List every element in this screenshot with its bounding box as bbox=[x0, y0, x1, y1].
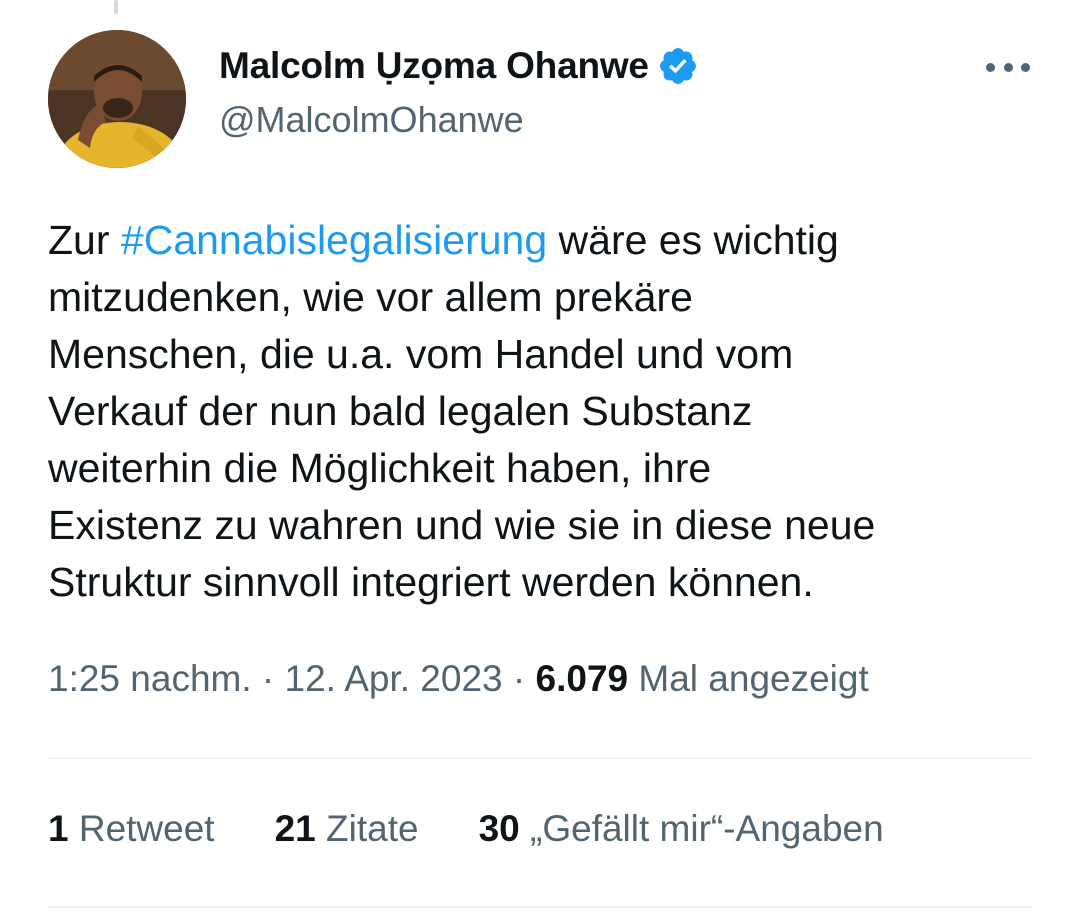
verified-badge-icon bbox=[659, 48, 696, 84]
views-count[interactable]: 6.079 bbox=[536, 658, 629, 699]
divider bbox=[48, 757, 1032, 759]
tweet-text-fragment: wäre es wichtig bbox=[547, 217, 839, 263]
retweets-stat[interactable]: 1 Retweet bbox=[48, 808, 215, 850]
retweets-count: 1 bbox=[48, 808, 69, 849]
divider bbox=[48, 906, 1032, 908]
tweet-date[interactable]: 12. Apr. 2023 bbox=[285, 658, 503, 699]
more-dot bbox=[986, 62, 995, 72]
more-dot bbox=[1021, 62, 1030, 72]
likes-count: 30 bbox=[478, 808, 520, 849]
retweets-label: Retweet bbox=[68, 808, 215, 849]
tweet-text-line: weiterhin die Möglichkeit haben, ihre bbox=[48, 445, 712, 491]
tweet-text-fragment: Zur bbox=[48, 217, 121, 263]
thread-connector-line bbox=[114, 0, 118, 14]
author-display-name[interactable]: Malcolm Ụzọma Ohanwe bbox=[219, 45, 649, 87]
tweet-text-line: Verkauf der nun bald legalen Substanz bbox=[48, 388, 753, 434]
meta-separator: · bbox=[251, 658, 285, 699]
quotes-stat[interactable]: 21 Zitate bbox=[275, 808, 419, 850]
meta-separator: · bbox=[502, 658, 536, 699]
quotes-count: 21 bbox=[274, 808, 316, 849]
likes-label: „Gefällt mir“-Angaben bbox=[519, 808, 884, 849]
avatar-image bbox=[48, 30, 186, 168]
tweet-text-line: Zur #Cannabislegalisierung wäre es wicht… bbox=[48, 212, 1048, 269]
likes-stat[interactable]: 30 „Gefällt mir“-Angaben bbox=[479, 808, 884, 850]
author-handle[interactable]: @MalcolmOhanwe bbox=[219, 99, 524, 141]
tweet-time[interactable]: 1:25 nachm. bbox=[48, 658, 252, 699]
tweet-stats: 1 Retweet 21 Zitate 30 „Gefällt mir“-Ang… bbox=[48, 808, 884, 850]
tweet-text: Zur #Cannabislegalisierung wäre es wicht… bbox=[48, 212, 1048, 611]
views-label[interactable]: Mal angezeigt bbox=[628, 658, 868, 699]
more-options-icon[interactable] bbox=[986, 55, 1030, 79]
tweet-meta: 1:25 nachm. · 12. Apr. 2023 · 6.079 Mal … bbox=[48, 658, 869, 700]
more-dot bbox=[1003, 62, 1013, 72]
tweet-text-line: Existenz zu wahren und wie sie in diese … bbox=[48, 502, 876, 548]
hashtag-link[interactable]: #Cannabislegalisierung bbox=[121, 217, 547, 263]
quotes-label: Zitate bbox=[315, 808, 419, 849]
tweet-text-line: Menschen, die u.a. vom Handel und vom bbox=[48, 331, 794, 377]
tweet-text-line: Struktur sinnvoll integriert werden könn… bbox=[48, 559, 814, 605]
author-name-row[interactable]: Malcolm Ụzọma Ohanwe bbox=[219, 40, 699, 92]
avatar[interactable] bbox=[48, 30, 186, 168]
tweet-text-line: mitzudenken, wie vor allem prekäre bbox=[48, 274, 693, 320]
